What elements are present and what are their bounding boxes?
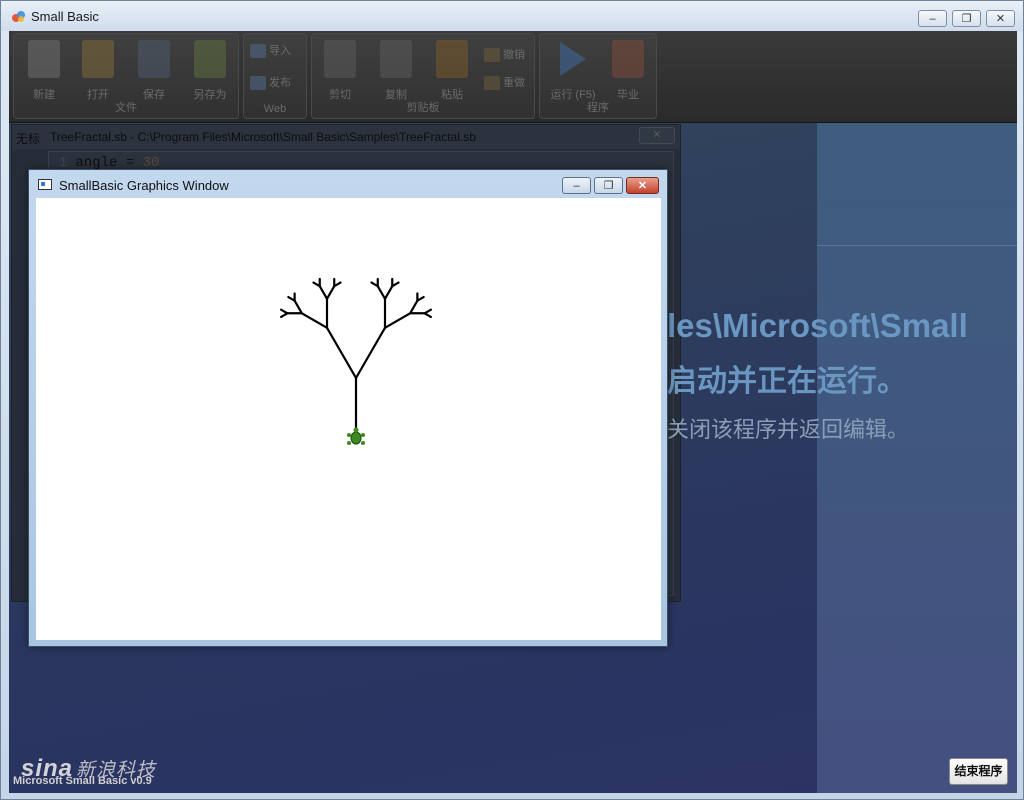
paste-clipboard-icon	[436, 40, 468, 78]
ribbon-group-file: 新建 打开 保存 另存为 文件	[13, 33, 239, 119]
copy-button[interactable]: 复制	[372, 40, 420, 101]
tab-untitled[interactable]: 无标	[16, 130, 40, 147]
import-label: 导入	[269, 45, 291, 57]
tree-branch	[409, 299, 419, 315]
undo-button[interactable]: 撤销	[484, 46, 525, 66]
publish-icon	[250, 76, 266, 91]
paste-button[interactable]: 粘贴	[428, 40, 476, 101]
publish-label: 发布	[269, 77, 291, 89]
graphics-window-controls: – ❐ ✕	[562, 177, 659, 194]
redo-label: 重做	[503, 77, 525, 89]
new-file-icon	[28, 40, 60, 78]
small-basic-logo-icon	[12, 11, 25, 22]
close-icon: ✕	[652, 129, 662, 141]
window-controls: – ❐ ✕	[918, 10, 1015, 27]
graphics-minimize-button[interactable]: –	[562, 177, 591, 194]
editor-close-button[interactable]: ✕	[639, 127, 675, 144]
redo-button[interactable]: 重做	[484, 74, 525, 94]
app-title: Small Basic	[31, 9, 99, 24]
tree-branch	[383, 312, 412, 329]
running-status-message: 启动并正在运行。	[667, 365, 907, 398]
ribbon-group-clipboard: 剪切 复制 粘贴 撤销 重做 剪贴板	[311, 33, 535, 119]
graphics-window-icon	[38, 179, 52, 190]
ribbon-group-program-label: 程序	[587, 102, 609, 114]
window-titlebar[interactable]: Small Basic – ❐ ✕	[1, 1, 1023, 31]
tree-branch	[383, 285, 394, 300]
tree-branch	[293, 299, 303, 315]
graduate-button[interactable]: 毕业	[604, 40, 652, 101]
ribbon-group-file-label: 文件	[115, 102, 137, 114]
restore-icon: ❐	[961, 13, 972, 25]
redo-icon	[484, 76, 500, 91]
copy-icon	[380, 40, 412, 78]
undo-icon	[484, 48, 500, 63]
end-program-button[interactable]: 结束程序	[949, 758, 1008, 785]
graphics-window-title: SmallBasic Graphics Window	[59, 178, 229, 193]
tree-branch	[423, 312, 432, 318]
open-folder-icon	[82, 40, 114, 78]
cut-button[interactable]: 剪切	[316, 40, 364, 101]
import-button[interactable]: 导入	[250, 42, 291, 62]
save-as-button[interactable]: 另存为	[186, 40, 234, 101]
publish-button[interactable]: 发布	[250, 74, 291, 94]
save-as-icon	[194, 40, 226, 78]
ribbon-group-web-label: Web	[263, 103, 287, 115]
undo-label: 撤销	[503, 49, 525, 61]
right-panel	[817, 123, 1017, 793]
tree-branch	[318, 285, 329, 300]
tab-treefractal[interactable]: TreeFractal.sb - C:\Program Files\Micros…	[50, 130, 476, 144]
tree-branch	[376, 285, 387, 300]
close-icon: ✕	[995, 13, 1006, 25]
new-button[interactable]: 新建	[20, 40, 68, 101]
tree-branch	[280, 308, 289, 315]
graphics-window: SmallBasic Graphics Window – ❐ ✕	[28, 169, 668, 647]
ribbon-group-clipboard-label: 剪贴板	[406, 102, 440, 114]
turtle-icon	[347, 427, 365, 445]
tree-branch	[354, 326, 387, 380]
graphics-close-button[interactable]: ✕	[626, 177, 659, 194]
open-button[interactable]: 打开	[74, 40, 122, 101]
tree-branch	[325, 326, 358, 380]
minimize-icon: –	[929, 12, 936, 25]
scissors-icon	[324, 40, 356, 78]
running-path-message: les\Microsoft\Small	[667, 307, 968, 344]
graphics-maximize-button[interactable]: ❐	[594, 177, 623, 194]
ribbon-toolbar: 新建 打开 保存 另存为 文件 导入 发布 Web 剪切 复制 粘贴 撤销 重做…	[9, 31, 1017, 123]
editor-tabbar: 无标 TreeFractal.sb - C:\Program Files\Mic…	[12, 125, 680, 149]
restore-icon: ❐	[603, 180, 614, 192]
close-button[interactable]: ✕	[986, 10, 1015, 27]
tree-branch	[325, 285, 336, 300]
close-hint-message: 关闭该程序并返回编辑。	[667, 417, 910, 442]
minimize-icon: –	[573, 179, 580, 192]
minimize-button[interactable]: –	[918, 10, 947, 27]
maximize-button[interactable]: ❐	[952, 10, 981, 27]
save-button[interactable]: 保存	[130, 40, 178, 101]
graduate-icon	[612, 40, 644, 78]
tree-fractal-drawing	[280, 277, 432, 445]
ribbon-group-program: 运行 (F5) 毕业 程序	[539, 33, 657, 119]
ribbon-group-web: 导入 发布 Web	[243, 33, 307, 119]
run-button[interactable]: 运行 (F5)	[544, 40, 602, 101]
tree-branch	[300, 312, 329, 329]
graphics-window-titlebar[interactable]: SmallBasic Graphics Window – ❐ ✕	[29, 170, 667, 198]
save-disk-icon	[138, 40, 170, 78]
close-icon: ✕	[637, 180, 648, 192]
graphics-canvas[interactable]	[36, 198, 661, 640]
import-icon	[250, 44, 266, 59]
version-status: Microsoft Small Basic v0.9	[13, 775, 152, 787]
run-play-icon	[560, 42, 586, 76]
panel-divider	[817, 245, 1017, 246]
